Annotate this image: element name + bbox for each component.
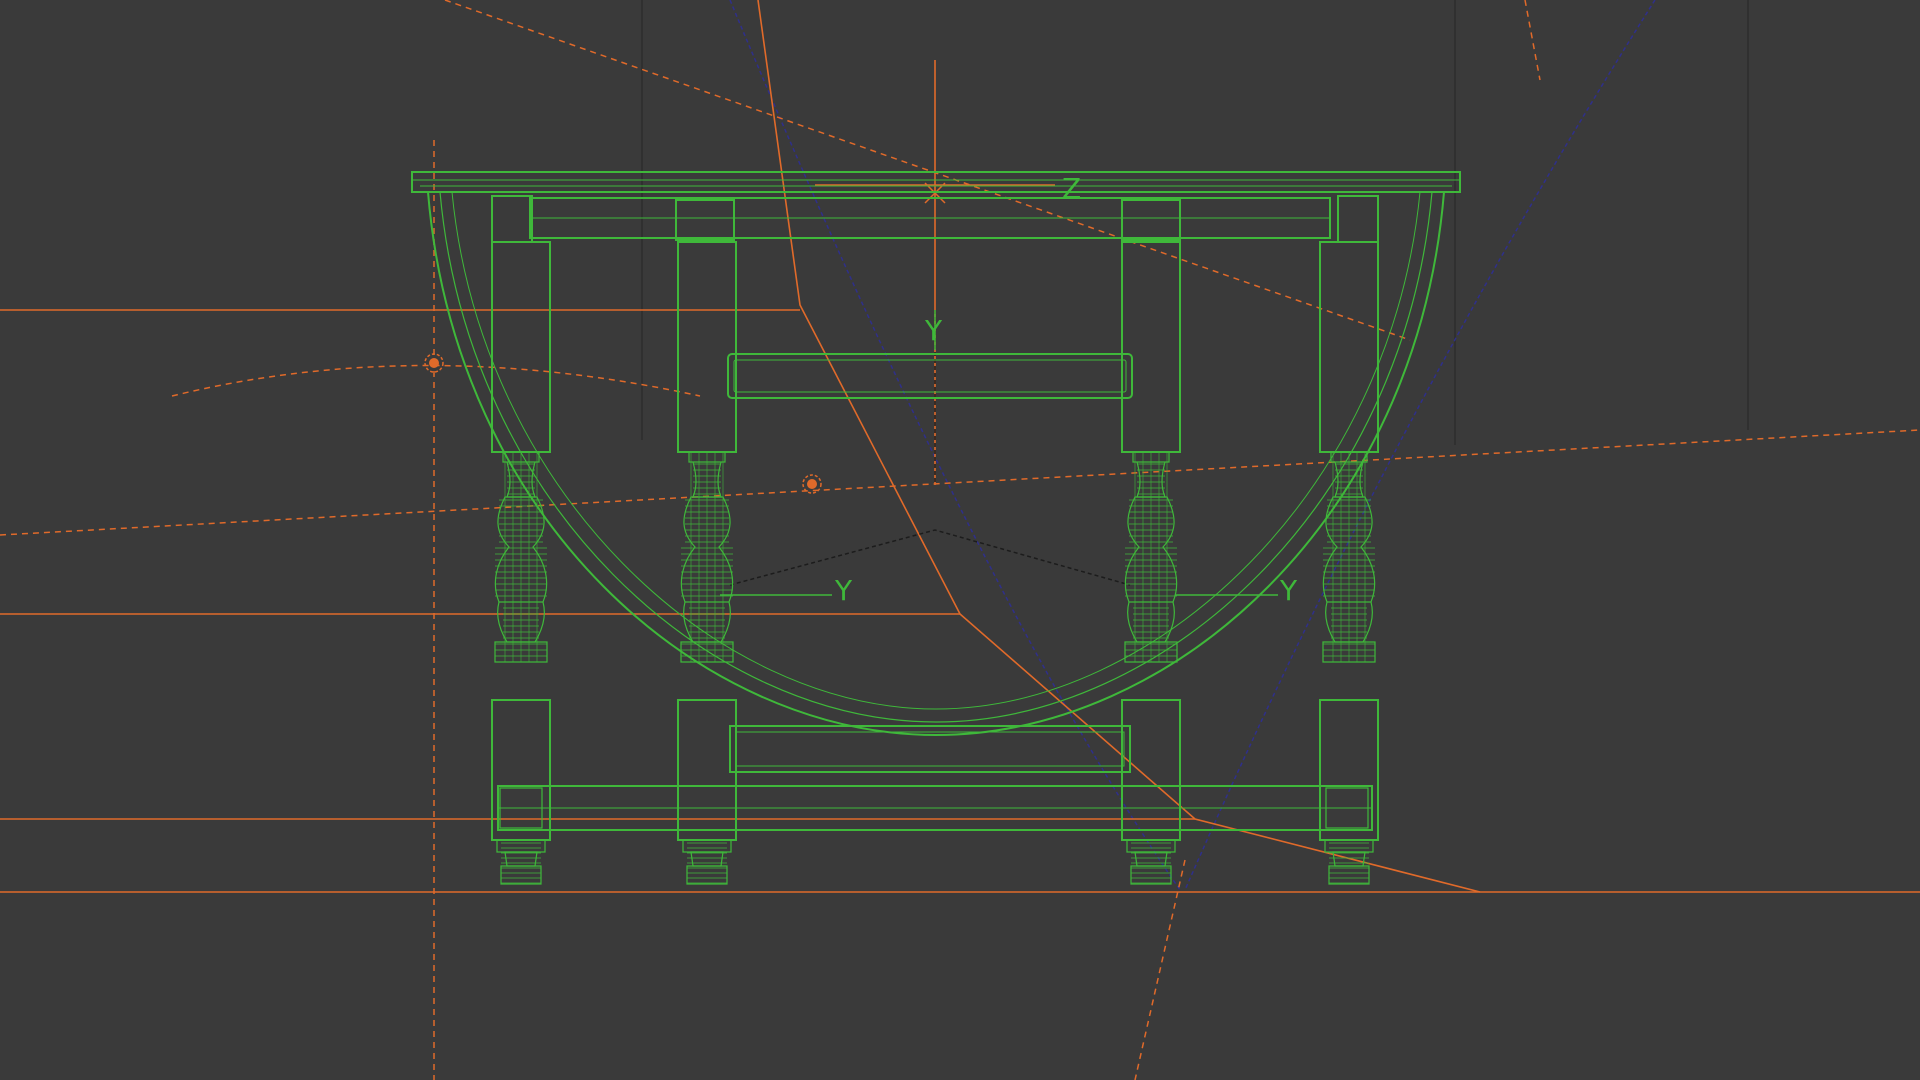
guide-lines — [729, 0, 1656, 891]
lower-stretcher[interactable] — [729, 725, 1131, 773]
camera-rig-dashed — [0, 0, 1920, 1080]
drop-leaf[interactable] — [427, 191, 1445, 737]
turned-leg-2[interactable] — [680, 451, 734, 663]
leg-foot-1 — [496, 839, 546, 885]
y-axis-label-right: Y — [1279, 574, 1298, 607]
drop-leaf-table-wireframe[interactable] — [411, 171, 1461, 841]
y-axis-label: Y — [924, 314, 943, 347]
leg-foot-2 — [682, 839, 732, 885]
upper-drawer[interactable] — [727, 353, 1133, 399]
axis-gizmo-lines — [720, 310, 1278, 596]
y-axis-label-left: Y — [834, 574, 853, 607]
z-axis-label: Z — [1062, 172, 1081, 205]
turned-leg-4[interactable] — [1322, 451, 1376, 663]
camera-rig — [0, 0, 1920, 893]
table-top[interactable] — [411, 171, 1461, 193]
viewport-grid — [641, 0, 1749, 445]
light-icon — [424, 353, 822, 494]
camera-rig-dotted — [729, 310, 1131, 586]
3d-viewport[interactable]: Z Y Y Y — [0, 0, 1920, 1080]
